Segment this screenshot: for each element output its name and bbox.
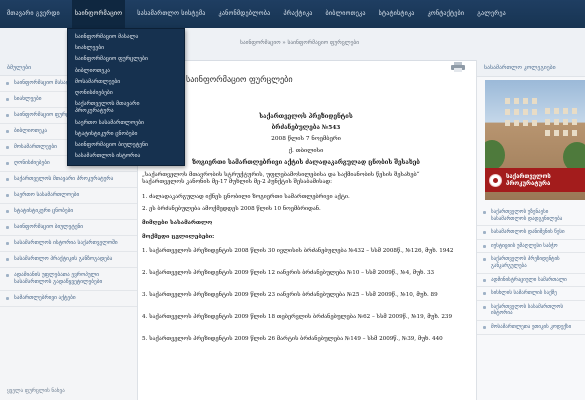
right-list-item[interactable]: სასამართლოს დანიშვნის წესი (477, 226, 585, 240)
right-list-item[interactable]: მოსამართლეთა ეთიკის კოდექსი (477, 321, 585, 335)
menu-item[interactable]: საინფორმაციო მასალა (68, 32, 184, 43)
doc-paragraph-2: 2. ეს ბრძანებულება ამოქმედდეს 2008 წლის … (142, 206, 321, 212)
menu-item[interactable]: საინფორმაციო ფურცლები (68, 54, 184, 65)
right-sidebar-heading: სასამართლო კოლეგიები (477, 60, 585, 77)
top-navigation: მთავარი გვერდი საინფორმაციო სასამართლო ს… (0, 0, 585, 28)
doc-subheading-amendments: მოქმედი ცვლილებები: (142, 234, 215, 240)
doc-amendment: 1. საქართველოს პრეზიდენტის 2008 წლის 30 … (142, 248, 454, 254)
sidebar-item[interactable]: საერთო სასამართლოები (0, 188, 137, 204)
right-list-item[interactable]: საქართველოს სასამართლოს ისტორია (477, 301, 585, 321)
doc-heading: ზოგიერთი სამართლებრივი აქტის ძალადაკარგუ… (192, 160, 420, 166)
emblem-icon (489, 173, 502, 187)
sidebar-item[interactable]: სამართლებრივი აქტები (0, 291, 137, 307)
tree-shape (485, 140, 505, 170)
right-list-item[interactable]: საქართველოს პრეზიდენტის განკარგულება (477, 253, 585, 274)
doc-amendment: 4. საქართველოს პრეზიდენტის 2009 წლის 18 … (142, 314, 453, 320)
doc-paragraph-1: 1. ძალადაკარგულად იქნეს ცნობილი ზოგიერთი… (142, 194, 350, 200)
doc-date: 2008 წლის 7 ნოემბერი (271, 136, 341, 142)
menu-item[interactable]: მოსამართლეები (68, 77, 184, 88)
sidebar-item[interactable]: ადამიანის უფლებათა ევროპული სასამართლოს … (0, 268, 137, 291)
menu-item[interactable]: სიახლეები (68, 43, 184, 54)
nav-item-library[interactable]: ბიბლიოთეკა (325, 0, 367, 28)
right-list-item[interactable]: საქართველოს უზენაესი სასამართლოს დადგენი… (477, 206, 585, 227)
print-icon[interactable] (451, 62, 465, 72)
right-list-item[interactable]: სისხლის სამართლის საქმე (477, 287, 585, 301)
sidebar-item[interactable]: სასამართლო პრაქტიკის განზოგადება (0, 252, 137, 268)
menu-item[interactable]: ბიბლიოთეკა (68, 66, 184, 77)
prosecutor-banner[interactable]: საქართველოს პროკურატურა (485, 168, 585, 192)
menu-item[interactable]: სტატისტიკური ცნობები (68, 129, 184, 140)
sidebar-item[interactable]: საქართველოს მთავარი პროკურატურა (0, 172, 137, 188)
main-content: საინფორმაციო ფურცლები საქართველოს პრეზიდ… (140, 60, 472, 400)
menu-item[interactable]: სასამართლოს ისტორია (68, 151, 184, 162)
right-link-list: საქართველოს უზენაესი სასამართლოს დადგენი… (477, 206, 585, 335)
sidebar-item[interactable]: სტატისტიკური ცნობები (0, 204, 137, 220)
doc-amendment: 5. საქართველოს პრეზიდენტის 2009 წლის 26 … (142, 336, 443, 342)
building-windows (505, 98, 510, 104)
menu-item[interactable]: საერთო სასამართლოები (68, 118, 184, 129)
building-windows (545, 108, 550, 114)
nav-item-practice[interactable]: პრაქტიკა (282, 0, 313, 28)
nav-item-home[interactable]: მთავარი გვერდი (6, 0, 61, 28)
menu-item[interactable]: ღონისძიებები (68, 88, 184, 99)
page-title: საინფორმაციო ფურცლები (186, 74, 293, 84)
nav-item-information[interactable]: საინფორმაციო (71, 0, 126, 28)
view-all-link[interactable]: ყველა ფურცლის ნახვა (7, 388, 65, 394)
sidebar-item[interactable]: სასამართლოს ისტორია საქართველოში (0, 236, 137, 252)
nav-item-contacts[interactable]: კონტაქტები (427, 0, 466, 28)
nav-item-statistics[interactable]: სტატისტიკა (378, 0, 416, 28)
right-list-item[interactable]: ადმინისტრაციული სამართალი (477, 274, 585, 288)
information-dropdown-menu: საინფორმაციო მასალა სიახლეები საინფორმაც… (67, 28, 185, 167)
doc-issuer: საქართველოს პრეზიდენტის (259, 114, 353, 120)
doc-amendment: 2. საქართველოს პრეზიდენტის 2009 წლის 12 … (142, 270, 435, 276)
menu-item[interactable]: საინფორმაციო ბიულეტენი (68, 140, 184, 151)
doc-amendment: 3. საქართველოს პრეზიდენტის 2009 წლის 23 … (142, 292, 438, 298)
nav-item-court-system[interactable]: სასამართლო სისტემა (136, 0, 206, 28)
banner-text: საქართველოს პროკურატურა (506, 173, 551, 187)
breadcrumb[interactable]: საინფორმაციო » საინფორმაციო ფურცლები (240, 40, 359, 46)
right-list-item[interactable]: იუსტიციის უმაღლესი საბჭო (477, 240, 585, 254)
banner-line: პროკურატურა (506, 180, 551, 187)
nav-item-gallery[interactable]: გალერეა (476, 0, 507, 28)
doc-decree-number: ბრძანებულება №543 (271, 125, 341, 131)
doc-subheading-court: მიმღები სასამართლო (142, 220, 213, 226)
sidebar-item[interactable]: საინფორმაციო ბიულეტენი (0, 220, 137, 236)
doc-intro: „საქართველოს მთავრობის სტრუქტურის, უფლებ… (142, 172, 420, 186)
menu-item[interactable]: საქართველოს მთავარი პროკურატურა (68, 99, 184, 117)
right-sidebar: სასამართლო კოლეგიები საქართველოს პროკურა… (476, 60, 585, 400)
doc-place: ქ. თბილისი (288, 148, 324, 154)
nav-item-legislation[interactable]: კანონმდებლობა (218, 0, 272, 28)
banner-line: საქართველოს (506, 173, 551, 180)
